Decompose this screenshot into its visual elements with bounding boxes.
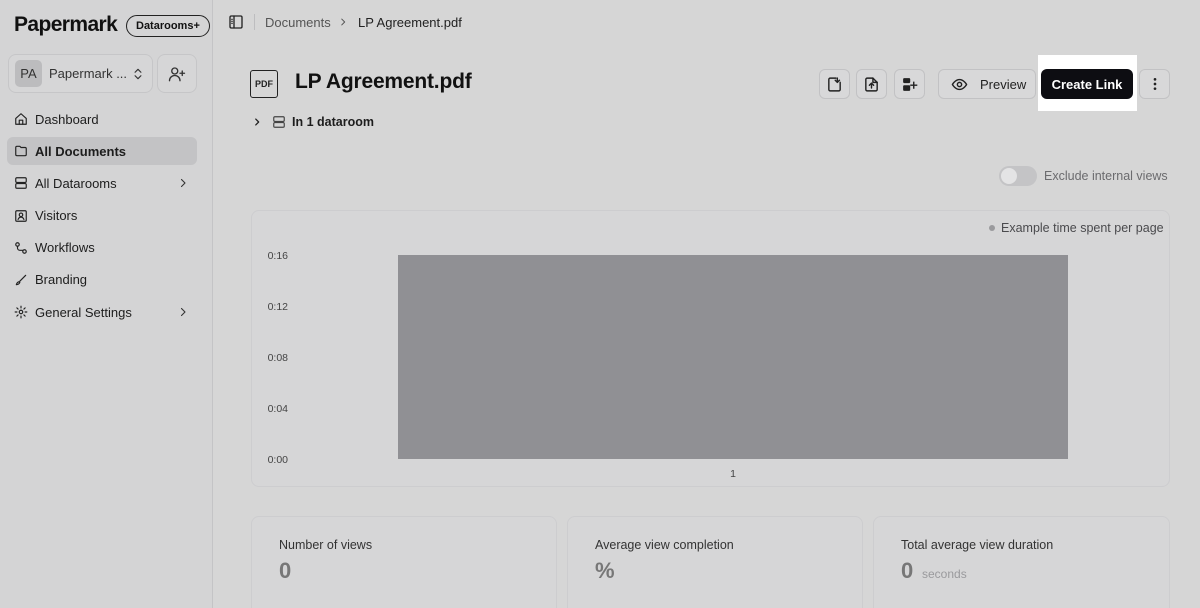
sidebar-item-workflows[interactable]: Workflows [7, 234, 197, 262]
breadcrumb-current: LP Agreement.pdf [358, 15, 462, 30]
page-title: LP Agreement.pdf [295, 70, 472, 93]
stat-card-views: Number of views 0 [251, 516, 557, 608]
user-plus-icon [168, 66, 186, 81]
add-to-dataroom-button[interactable] [894, 69, 925, 99]
stat-value: 0 [279, 558, 292, 583]
pdf-file-icon: PDF [250, 70, 278, 98]
stat-label: Number of views [279, 538, 373, 552]
y-tick-label: 0:12 [268, 301, 289, 313]
brand-logo[interactable]: Papermark [14, 13, 118, 37]
sidebar-item-general-settings[interactable]: General Settings [7, 298, 197, 326]
sidebar-item-branding[interactable]: Branding [7, 266, 197, 294]
invite-member-button[interactable] [157, 54, 197, 93]
legend-label: Example time spent per page [1001, 221, 1164, 235]
stat-value: % [595, 558, 615, 583]
preview-label: Preview [980, 76, 1027, 92]
sidebar-item-all-datarooms[interactable]: All Datarooms [7, 169, 197, 197]
time-per-page-chart: 0:00 0:04 0:08 0:12 0:16 1 [268, 250, 1068, 480]
sidebar-item-dashboard[interactable]: Dashboard [7, 105, 197, 133]
sidebar: Papermark Datarooms+ PA Papermark ... Da… [0, 0, 213, 608]
y-tick-label: 0:16 [268, 250, 289, 262]
sidebar-item-all-documents[interactable]: All Documents [7, 137, 197, 166]
team-switcher[interactable]: PA Papermark ... [8, 54, 153, 93]
brush-icon [15, 274, 27, 286]
file-replace-icon [828, 76, 841, 92]
sidebar-item-label: Branding [35, 272, 88, 288]
chevron-right-icon [180, 179, 186, 188]
server-plus-icon [903, 77, 918, 91]
chart-bar[interactable] [398, 255, 1068, 459]
more-options-button[interactable] [1139, 69, 1170, 99]
chevron-right-icon [255, 118, 260, 126]
upload-new-version-button[interactable] [856, 69, 887, 99]
chart-legend: Example time spent per page [989, 221, 1164, 235]
eye-icon [951, 78, 968, 90]
team-avatar: PA [15, 60, 42, 87]
settings-icon [14, 305, 28, 319]
exclude-internal-label: Exclude internal views [1044, 169, 1168, 183]
x-tick-label: 1 [730, 468, 736, 480]
contact-icon [15, 209, 27, 222]
file-upload-icon [865, 76, 878, 92]
toggle-knob [1001, 168, 1017, 184]
stat-unit: seconds [922, 567, 967, 581]
preview-button[interactable]: Preview [938, 69, 1036, 99]
sidebar-item-label: Workflows [35, 240, 95, 256]
stat-card-duration: Total average view duration 0 seconds [873, 516, 1170, 608]
folder-icon [15, 145, 27, 157]
y-tick-label: 0:08 [268, 352, 289, 364]
y-tick-label: 0:04 [268, 403, 289, 415]
chevron-right-icon [341, 18, 346, 26]
breadcrumb-documents[interactable]: Documents [265, 15, 331, 30]
sidebar-item-visitors[interactable]: Visitors [7, 202, 197, 230]
home-icon [15, 113, 27, 125]
plan-badge: Datarooms+ [126, 15, 210, 37]
chevrons-up-down-icon [134, 68, 142, 79]
stat-value: 0 [901, 558, 914, 583]
top-bar: Documents LP Agreement.pdf [214, 0, 1200, 44]
sidebar-item-label: All Datarooms [35, 175, 117, 191]
legend-swatch [989, 225, 995, 231]
server-icon [15, 177, 27, 190]
sidebar-item-label: Visitors [35, 208, 78, 224]
stat-label: Total average view duration [901, 538, 1054, 552]
chevron-right-icon [180, 308, 186, 317]
divider [254, 14, 255, 30]
sidebar-nav: Dashboard All Documents All Datarooms Vi… [7, 105, 197, 330]
team-name: Papermark ... [49, 66, 127, 81]
stat-card-completion: Average view completion % [567, 516, 863, 608]
create-link-button[interactable]: Create Link [1041, 69, 1133, 99]
replace-document-button[interactable] [819, 69, 850, 99]
stat-label: Average view completion [595, 538, 734, 552]
sidebar-item-label: Dashboard [35, 111, 99, 127]
sidebar-item-label: All Documents [35, 143, 127, 159]
dataroom-expander[interactable]: In 1 dataroom [252, 115, 374, 129]
sidebar-item-label: General Settings [35, 304, 132, 320]
more-vertical-icon [1153, 78, 1156, 90]
y-tick-label: 0:00 [268, 454, 289, 466]
dataroom-count: In 1 dataroom [292, 115, 374, 129]
workflow-icon [15, 241, 27, 254]
server-icon [273, 116, 285, 128]
sidebar-toggle-icon[interactable] [228, 14, 244, 30]
